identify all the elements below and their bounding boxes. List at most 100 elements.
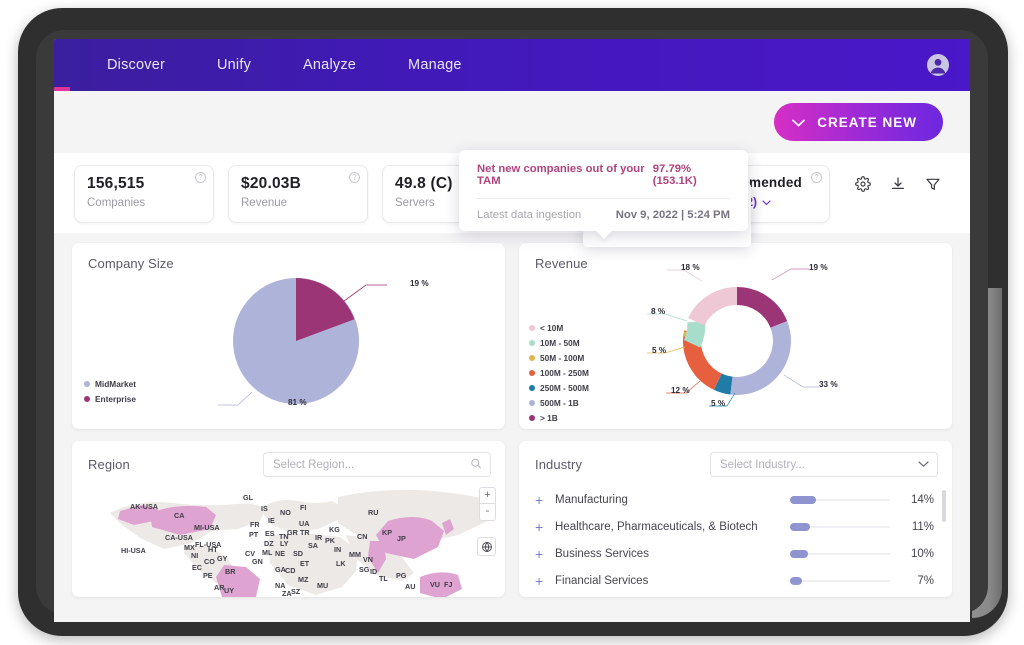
industry-bar-list: + Manufacturing 14% + Healthcare, Pharma…	[519, 486, 952, 597]
kpi-card-revenue[interactable]: $20.03B Revenue ?	[228, 165, 368, 223]
tooltip-netnew-value: 97.79% (153.1K)	[652, 163, 697, 187]
expand-icon[interactable]: +	[535, 492, 555, 508]
map-label-sa: SA	[308, 541, 318, 550]
company-size-pie-chart	[218, 278, 387, 406]
legend-item-enterprise[interactable]: Enterprise	[84, 394, 136, 404]
expand-icon[interactable]: +	[535, 573, 555, 589]
map-label-ec: EC	[192, 563, 202, 572]
map-label-pg: PG	[396, 571, 407, 580]
map-label-gy: GY	[217, 554, 228, 563]
kpi-revenue-label: Revenue	[241, 197, 288, 209]
industry-row-financial-services[interactable]: + Financial Services 7%	[519, 567, 952, 594]
legend-item-gt-1b[interactable]: > 1B	[529, 413, 589, 423]
legend-item-250m-500m[interactable]: 250M - 500M	[529, 383, 589, 393]
map-label-gn: GN	[252, 557, 263, 566]
revenue-label-250m-500m: 5 %	[711, 399, 726, 408]
legend-item-midmarket[interactable]: MidMarket	[84, 379, 136, 389]
legend-item-500m-1b[interactable]: 500M - 1B	[529, 398, 589, 408]
panel-title-region: Region	[88, 457, 130, 472]
nav-item-analyze[interactable]: Analyze	[301, 51, 358, 79]
map-label-tl: TL	[379, 574, 388, 583]
map-label-es: ES	[265, 529, 275, 538]
expand-icon[interactable]: +	[535, 519, 555, 535]
globe-icon[interactable]	[477, 537, 496, 556]
map-label-ly: LY	[280, 539, 289, 548]
map-label-mi-usa: MI-USA	[194, 523, 220, 532]
create-new-label: CREATE NEW	[817, 114, 917, 130]
create-new-button[interactable]: CREATE NEW	[774, 103, 943, 141]
search-icon[interactable]	[470, 457, 482, 472]
help-icon[interactable]: ?	[811, 172, 822, 183]
panel-industry: Industry Select Industry... + Manufactur…	[519, 441, 952, 597]
revenue-label-100m-250m: 12 %	[671, 386, 690, 395]
map-label-br: BR	[225, 567, 236, 576]
legend-dot-icon	[529, 370, 535, 376]
industry-header: Industry Select Industry...	[519, 441, 952, 477]
gear-icon[interactable]	[854, 175, 872, 193]
industry-row-manufacturing[interactable]: + Manufacturing 14%	[519, 486, 952, 513]
map-zoom-out-button[interactable]: -	[479, 504, 496, 521]
panel-title-industry: Industry	[535, 457, 583, 472]
filter-icon[interactable]	[924, 175, 942, 193]
revenue-label-gt1b: 19 %	[809, 263, 828, 272]
download-icon[interactable]	[889, 175, 907, 193]
map-label-cd: CD	[285, 566, 296, 575]
map-label-ar: AR	[214, 583, 225, 592]
industry-row-retail[interactable]: + Retail 7%	[519, 594, 952, 597]
map-label-mm: MM	[349, 550, 361, 559]
map-label-dz: DZ	[264, 539, 274, 548]
region-industry-row: Region Select Region... AK-USA CA MI-USA…	[72, 441, 952, 597]
tooltip-row-netnew: Net new companies out of your TAM 97.79%…	[459, 163, 748, 198]
region-select-input[interactable]: Select Region...	[263, 452, 491, 477]
map-label-in: IN	[334, 545, 342, 554]
map-label-id: ID	[370, 567, 378, 576]
nav-items: Discover Unify Analyze Manage	[54, 51, 512, 79]
nav-item-manage[interactable]: Manage	[406, 51, 464, 79]
map-label-kg: KG	[329, 525, 340, 534]
revenue-label-50m-100m: 5 %	[652, 346, 667, 355]
help-icon[interactable]: ?	[349, 172, 360, 183]
legend-item-10m-50m[interactable]: 10M - 50M	[529, 338, 589, 348]
legend-item-100m-250m[interactable]: 100M - 250M	[529, 368, 589, 378]
map-label-pk: PK	[325, 536, 335, 545]
region-header: Region Select Region...	[72, 441, 505, 477]
legend-label: MidMarket	[95, 379, 137, 389]
help-icon[interactable]: ?	[195, 172, 206, 183]
map-label-gr: GR	[287, 528, 298, 537]
nav-item-unify[interactable]: Unify	[215, 51, 253, 79]
industry-percent: 14%	[910, 493, 934, 506]
tooltip-caret	[594, 230, 613, 239]
map-label-sz: SZ	[291, 587, 301, 596]
company-size-legend: MidMarket Enterprise	[84, 379, 136, 409]
legend-dot-icon	[529, 355, 535, 361]
map-label-ie: IE	[268, 516, 275, 525]
nav-item-discover[interactable]: Discover	[105, 51, 167, 79]
map-label-ru: RU	[368, 508, 379, 517]
industry-row-business-services[interactable]: + Business Services 10%	[519, 540, 952, 567]
map-label-gl: GL	[243, 493, 253, 502]
tablet-device-frame: Discover Unify Analyze Manage CREATE NEW…	[18, 8, 1008, 636]
chevron-down-icon[interactable]	[762, 195, 771, 209]
industry-scrollbar[interactable]	[942, 490, 946, 522]
map-label-tr: TR	[300, 528, 310, 537]
industry-select-input[interactable]: Select Industry...	[710, 452, 938, 477]
region-world-map[interactable]: AK-USA CA MI-USA CA-USA FL-USA HI-USA MX…	[72, 483, 505, 597]
tooltip-row-ingestion: Latest data ingestion Nov 9, 2022 | 5:24…	[459, 209, 748, 221]
map-zoom-in-button[interactable]: +	[479, 487, 496, 504]
legend-label: < 10M	[540, 323, 564, 333]
panel-revenue: Revenue 19 % 18 % 8 % 5 % 12 % 5 % 33 % …	[519, 243, 952, 429]
kpi-card-companies[interactable]: 156,515 Companies ?	[74, 165, 214, 223]
map-label-ni: NI	[191, 551, 199, 560]
expand-icon[interactable]: +	[535, 546, 555, 562]
chevron-down-icon[interactable]	[918, 459, 929, 471]
user-avatar-icon[interactable]	[926, 53, 950, 77]
legend-item-50m-100m[interactable]: 50M - 100M	[529, 353, 589, 363]
map-label-fj: FJ	[444, 580, 453, 589]
map-region-br	[216, 565, 260, 597]
map-label-za: ZA	[282, 589, 292, 597]
industry-row-healthcare[interactable]: + Healthcare, Pharmaceuticals, & Biotech…	[519, 513, 952, 540]
legend-item-lt-10m[interactable]: < 10M	[529, 323, 589, 333]
legend-dot-icon	[529, 385, 535, 391]
legend-label: 100M - 250M	[540, 368, 589, 378]
legend-dot-icon	[529, 415, 535, 421]
